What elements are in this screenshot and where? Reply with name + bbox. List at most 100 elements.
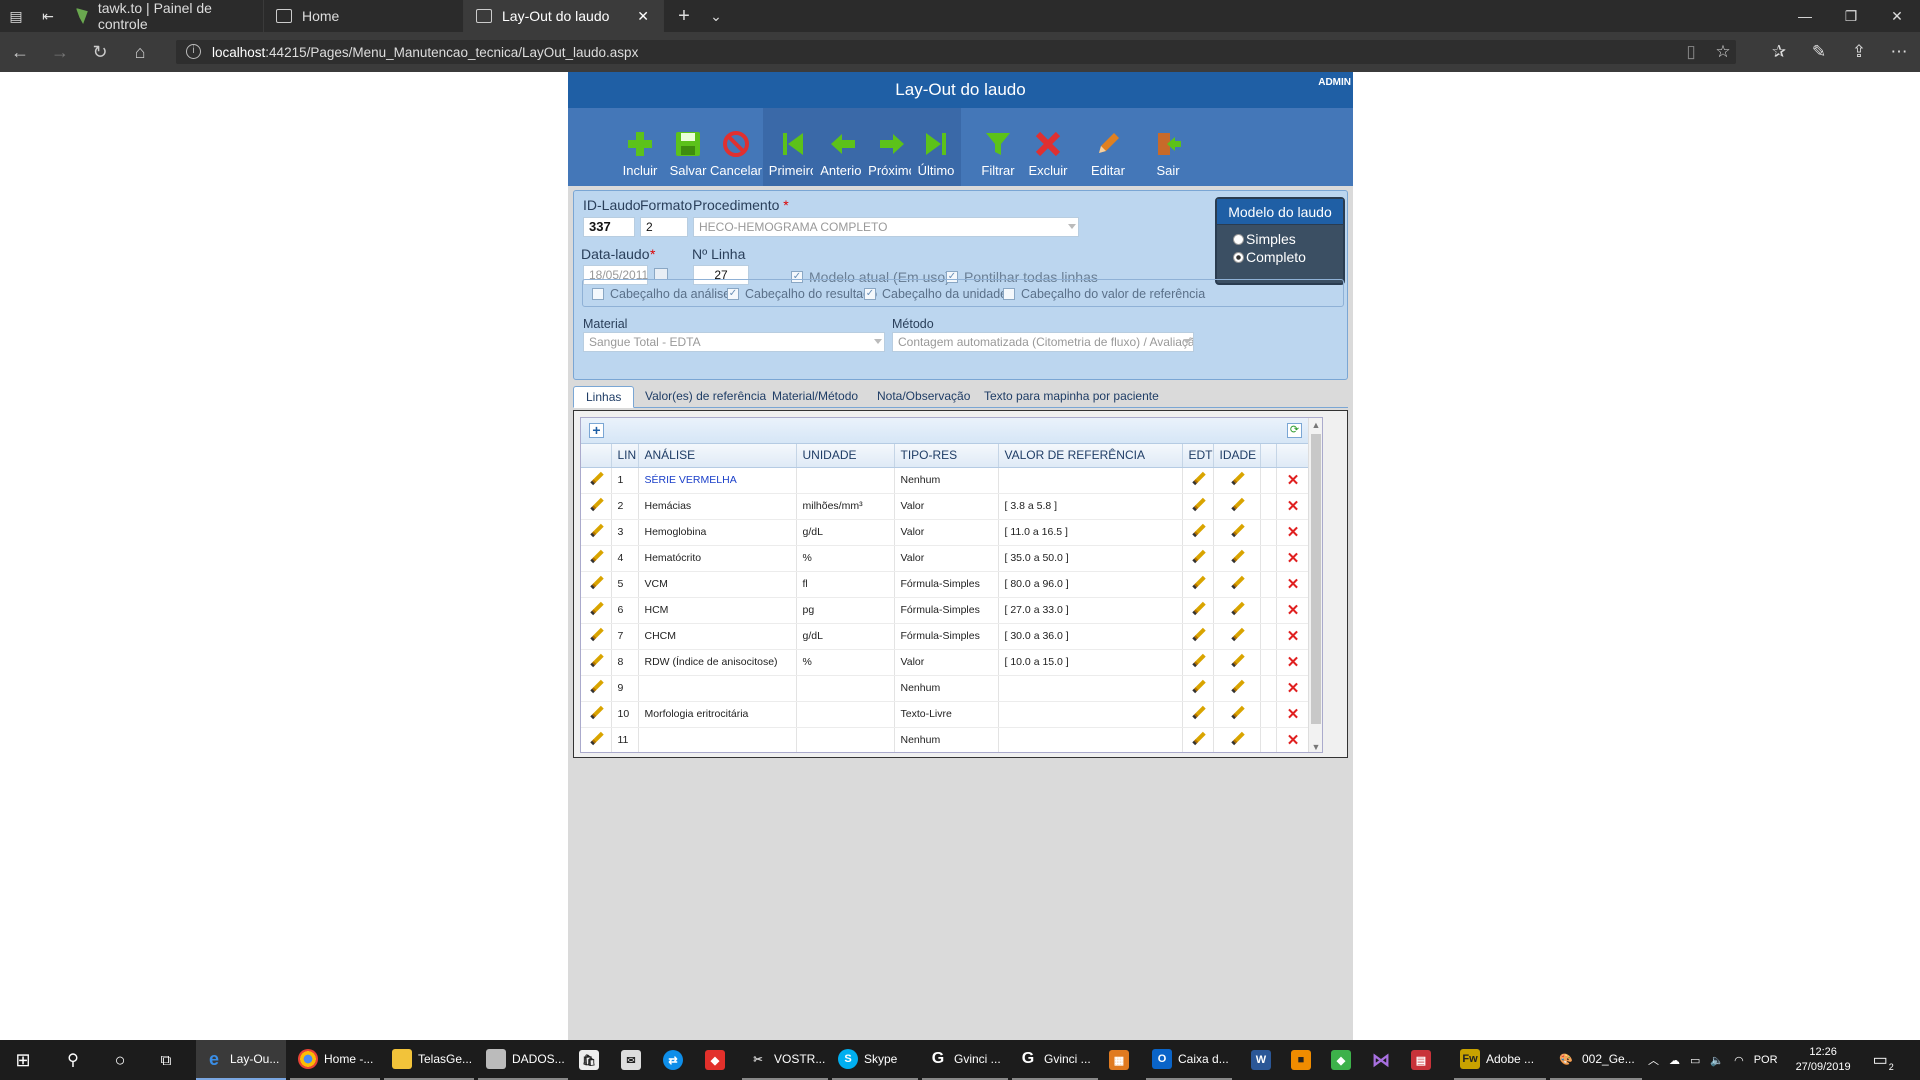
add-row-icon[interactable]: + (589, 423, 604, 438)
taskbar-store[interactable]: 🛍 (572, 1040, 612, 1080)
share-icon[interactable]: ⇪ (1842, 32, 1876, 72)
delete-row-icon[interactable]: ✕ (1276, 545, 1311, 572)
table-row[interactable]: 6 HCM pg Fórmula-Simples[ 27.0 a 33.0 ] ✕ (581, 597, 1311, 624)
table-row[interactable]: 11 Nenhum ✕ (581, 727, 1311, 752)
taskbar-paint-002[interactable]: 🎨 002_Ge... (1550, 1040, 1642, 1080)
tab-nota-observacao[interactable]: Nota/Observação (865, 386, 982, 408)
scroll-thumb[interactable] (1311, 434, 1321, 724)
taskbar-gvinci-2[interactable]: G Gvinci ... (1012, 1040, 1098, 1080)
clock[interactable]: 12:26 27/09/2019 (1796, 1045, 1851, 1075)
idade-pencil-icon[interactable] (1213, 467, 1261, 494)
idade-pencil-icon[interactable] (1213, 649, 1261, 676)
cab-analise-checkbox[interactable]: Cabeçalho da análise (592, 287, 730, 301)
tab-material-metodo[interactable]: Material/Método (760, 386, 870, 408)
set-aside-tabs-icon[interactable]: ⇤ (32, 0, 64, 32)
edit-row-icon[interactable] (581, 467, 612, 494)
delete-row-icon[interactable]: ✕ (1276, 701, 1311, 728)
taskbar-mail[interactable]: ✉ (614, 1040, 654, 1080)
language-indicator[interactable]: POR (1754, 1054, 1778, 1066)
idade-pencil-icon[interactable] (1213, 519, 1261, 546)
delete-row-icon[interactable]: ✕ (1276, 597, 1311, 624)
edit-row-icon[interactable] (581, 519, 612, 546)
excluir-button[interactable]: Excluir (1018, 108, 1078, 186)
forward-icon[interactable]: → (42, 32, 78, 72)
task-view-icon[interactable]: ⧉ (146, 1040, 186, 1080)
close-window-icon[interactable]: ✕ (1874, 0, 1920, 32)
tab-layout-laudo[interactable]: Lay-Out do laudo ✕ (464, 0, 664, 32)
tab-actions-icon[interactable]: ▤ (0, 0, 32, 32)
taskbar-edge-layout[interactable]: e Lay-Ou... (196, 1040, 286, 1080)
taskbar-teamviewer[interactable]: ⇄ (656, 1040, 696, 1080)
grid-scrollbar[interactable]: ▲ ▼ (1308, 418, 1322, 752)
refresh-grid-icon[interactable]: ⟳ (1287, 423, 1302, 438)
edt-pencil-icon[interactable] (1182, 493, 1214, 520)
idade-pencil-icon[interactable] (1213, 571, 1261, 598)
notes-pen-icon[interactable]: ✎ (1802, 32, 1836, 72)
delete-row-icon[interactable]: ✕ (1276, 467, 1311, 494)
delete-row-icon[interactable]: ✕ (1276, 649, 1311, 676)
battery-icon[interactable]: ▭ (1690, 1054, 1700, 1067)
taskbar-app-orange[interactable]: ■ (1286, 1040, 1322, 1080)
completo-radio[interactable]: Completo (1233, 249, 1343, 265)
edit-row-icon[interactable] (581, 727, 612, 752)
id-laudo-input[interactable]: 337 (583, 217, 635, 237)
taskbar-anydesk[interactable]: ◆ (698, 1040, 738, 1080)
tab-home[interactable]: Home (264, 0, 464, 32)
favorite-star-icon[interactable]: ☆ (1706, 32, 1740, 72)
delete-row-icon[interactable]: ✕ (1276, 519, 1311, 546)
tray-chevron-icon[interactable]: ︿ (1648, 1052, 1659, 1068)
volume-icon[interactable]: 🔈 (1710, 1054, 1724, 1067)
edt-pencil-icon[interactable] (1182, 675, 1214, 702)
cab-unidade-checkbox[interactable]: ✓ Cabeçalho da unidade (864, 287, 1007, 301)
onedrive-icon[interactable]: ☁ (1669, 1054, 1680, 1067)
metodo-select[interactable]: Contagem automatizada (Citometria de flu… (892, 332, 1194, 352)
taskbar-app-red[interactable]: ▤ (1406, 1040, 1442, 1080)
taskbar-dados[interactable]: DADOS... (478, 1040, 568, 1080)
tab-tawkto[interactable]: tawk.to | Painel de controle (64, 0, 264, 32)
edt-pencil-icon[interactable] (1182, 649, 1214, 676)
edit-row-icon[interactable] (581, 597, 612, 624)
tab-list-chevron-icon[interactable]: ⌄ (700, 0, 732, 32)
material-select[interactable]: Sangue Total - EDTA (583, 332, 885, 352)
table-row[interactable]: 5 VCM fl Fórmula-Simples[ 80.0 a 96.0 ] ✕ (581, 571, 1311, 598)
edt-pencil-icon[interactable] (1182, 597, 1214, 624)
edt-pencil-icon[interactable] (1182, 571, 1214, 598)
edit-row-icon[interactable] (581, 493, 612, 520)
col-lin[interactable]: LIN (611, 444, 639, 468)
restore-icon[interactable]: ❐ (1828, 0, 1874, 32)
taskbar-explorer-telasge[interactable]: TelasGe... (384, 1040, 474, 1080)
search-icon[interactable]: ⚲ (50, 1040, 96, 1080)
tab-texto-mapinha[interactable]: Texto para mapinha por paciente (972, 386, 1171, 408)
edit-row-icon[interactable] (581, 649, 612, 676)
edit-row-icon[interactable] (581, 675, 612, 702)
table-row[interactable]: 1 SÉRIE VERMELHA Nenhum ✕ (581, 467, 1311, 494)
tab-valores-referencia[interactable]: Valor(es) de referência (633, 386, 778, 408)
delete-row-icon[interactable]: ✕ (1276, 675, 1311, 702)
idade-pencil-icon[interactable] (1213, 493, 1261, 520)
notifications-icon[interactable]: ▭ 2 (1873, 1050, 1894, 1072)
edt-pencil-icon[interactable] (1182, 519, 1214, 546)
edit-row-icon[interactable] (581, 623, 612, 650)
new-tab-icon[interactable]: + (668, 0, 700, 32)
table-row[interactable]: 2 Hemácias milhões/mm³ Valor[ 3.8 a 5.8 ] ✕ (581, 493, 1311, 520)
idade-pencil-icon[interactable] (1213, 623, 1261, 650)
col-unidade[interactable]: UNIDADE (796, 444, 895, 468)
edt-pencil-icon[interactable] (1182, 623, 1214, 650)
more-menu-icon[interactable]: ⋯ (1882, 32, 1916, 72)
taskbar-gvinci-1[interactable]: G Gvinci ... (922, 1040, 1008, 1080)
simples-radio[interactable]: Simples (1233, 231, 1343, 247)
idade-pencil-icon[interactable] (1213, 545, 1261, 572)
col-idade[interactable]: IDADE (1213, 444, 1261, 468)
ultimo-button[interactable]: Último (911, 108, 961, 186)
table-row[interactable]: 7 CHCM g/dL Fórmula-Simples[ 30.0 a 36.0 ] ✕ (581, 623, 1311, 650)
idade-pencil-icon[interactable] (1213, 597, 1261, 624)
edit-row-icon[interactable] (581, 571, 612, 598)
scroll-down-icon[interactable]: ▼ (1309, 740, 1322, 752)
close-tab-icon[interactable]: ✕ (637, 8, 649, 25)
cab-valor-ref-checkbox[interactable]: Cabeçalho do valor de referência (1003, 287, 1205, 301)
cab-resultado-checkbox[interactable]: ✓ Cabeçalho do resultado (727, 287, 877, 301)
delete-row-icon[interactable]: ✕ (1276, 571, 1311, 598)
edit-row-icon[interactable] (581, 545, 612, 572)
start-windows-icon[interactable]: ⊞ (0, 1040, 46, 1080)
taskbar-app-green[interactable]: ◆ (1326, 1040, 1362, 1080)
